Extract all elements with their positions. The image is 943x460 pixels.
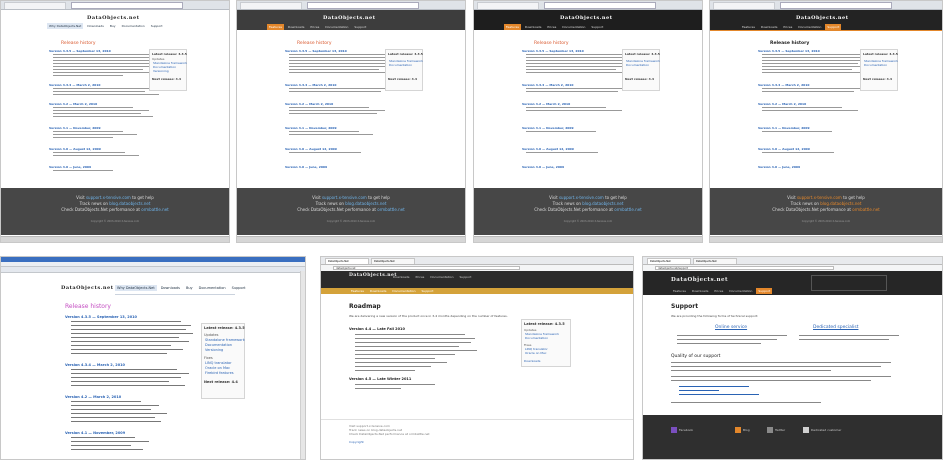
site-header: DataObjects.net Features Downloads Price… — [237, 10, 465, 30]
facebook-icon[interactable] — [671, 427, 677, 433]
toolbar[interactable] — [1, 267, 305, 273]
site-nav: Why DataObjects.Net Downloads Buy Docume… — [47, 23, 165, 29]
site-header: DataObjects.net Downloads Prices Documen… — [321, 271, 633, 288]
dedicated-specialist-link[interactable]: Dedicated specialist — [813, 325, 858, 330]
version-heading: Version 4.2 — March 2, 2010 — [49, 102, 98, 106]
latest-release-label: Latest release: 4.3.5 — [152, 52, 187, 56]
page-title: Release history — [297, 41, 332, 46]
latest-release-box: Latest release: 4.3.5 Updates Standalone… — [521, 319, 571, 367]
site-header: DataObjects.net Features Downloads Price… — [474, 10, 702, 30]
latest-release-box: Latest release: 4.3.5 Updates Standalone… — [201, 323, 245, 399]
site-logo[interactable]: DataObjects.net — [349, 273, 397, 278]
browser-tab[interactable] — [4, 2, 66, 9]
nav-support-active[interactable]: Support — [756, 288, 773, 294]
nav-downloads[interactable]: Downloads — [85, 23, 105, 29]
address-bar[interactable]: dataobjects.net/support — [655, 266, 835, 270]
screenshot-support: DataObjects.Net DataObjects.Net dataobje… — [642, 256, 943, 460]
customer-icon[interactable] — [803, 427, 809, 433]
blog-icon[interactable] — [735, 427, 741, 433]
version-heading: Version 4.0 — August 12, 2009 — [49, 147, 101, 151]
nav-docs[interactable]: Documentation — [120, 23, 147, 29]
site-header: DataObjects.net Features Downloads Price… — [710, 10, 942, 31]
screenshot-release-history-dark: DataObjects.net Features Downloads Price… — [236, 0, 466, 243]
site-logo[interactable]: DataObjects.net — [560, 15, 613, 21]
twitter-icon[interactable] — [767, 427, 773, 433]
site-footer: Visit support.x-tensive.com to get help … — [237, 188, 465, 235]
screenshot-release-history-black: DataObjects.net Features Downloads Price… — [473, 0, 703, 243]
site-header: DataObjects.net Why DataObjects.Net Down… — [1, 10, 229, 30]
roadmap-intro: We are delivering a new version of the p… — [349, 314, 508, 318]
browser-tab[interactable]: DataObjects.Net — [325, 258, 369, 264]
next-release-label: Next release: 4.4 — [152, 77, 181, 81]
site-logo[interactable]: DataObjects.net — [323, 15, 376, 21]
promo-banner[interactable] — [811, 275, 887, 291]
ormbattle-link[interactable]: ormbattle.net — [141, 207, 168, 212]
version-heading: Version 4.1 — November, 2009 — [49, 126, 101, 130]
screenshot-release-history-light: DataObjects.net Why DataObjects.Net Down… — [0, 0, 230, 243]
quality-heading: Quality of our support — [671, 354, 721, 359]
screenshot-roadmap: DataObjects.Net DataObjects.Net dataobje… — [320, 256, 634, 460]
nav-support[interactable]: Support — [149, 23, 165, 29]
blog-link[interactable]: blog.dataobjects.net — [109, 201, 150, 206]
latest-release-box: Latest release: 4.3.5 Updates Standalone… — [149, 49, 187, 91]
site-header: DataObjects.net Features Downloads Price… — [643, 271, 942, 295]
site-footer: Visit support.x-tensive.com to get help … — [1, 188, 229, 235]
browser-tab-active[interactable]: DataObjects.Net — [371, 258, 415, 264]
address-bar[interactable]: dataobjects.net — [333, 266, 521, 270]
screenshot-release-history-windows: DataObjects.net Why DataObjects.Net Down… — [0, 256, 306, 460]
latest-release-box: Latest release: 4.3.5 Standalone framewo… — [385, 49, 423, 91]
page-title: Release history — [65, 303, 111, 310]
screenshot-release-history-orange: DataObjects.net Features Downloads Price… — [709, 0, 943, 243]
site-logo[interactable]: DataObjects.net — [796, 15, 849, 21]
address-bar[interactable] — [71, 2, 183, 9]
page-title: Roadmap — [349, 303, 381, 310]
nav-why[interactable]: Why DataObjects.Net — [47, 23, 84, 29]
site-nav: Features Downloads Prices Documentation … — [267, 24, 367, 30]
version-heading: Version 4.3.4 — March 2, 2010 — [49, 83, 101, 87]
site-footer: Facebook Blog Twitter Dedicated customer — [643, 415, 942, 459]
downloads-link[interactable]: Downloads — [524, 359, 540, 363]
status-bar — [1, 236, 229, 242]
version-heading: Version 4.0 — June, 2009 — [49, 165, 92, 169]
online-service-link[interactable]: Online service — [715, 325, 747, 330]
support-link[interactable]: support.x-tensive.com — [86, 195, 131, 200]
site-logo[interactable]: DataObjects.net — [671, 277, 728, 283]
vertical-scrollbar[interactable] — [300, 271, 305, 459]
copyright: Copyright © 2003-2010 X-tensive.com — [90, 220, 140, 223]
browser-chrome — [1, 1, 229, 10]
page-title: Support — [671, 303, 699, 310]
site-logo[interactable]: DataObjects.net — [87, 15, 140, 21]
site-logo[interactable]: DataObjects.net — [61, 285, 114, 291]
nav-buy[interactable]: Buy — [108, 23, 118, 29]
page-title: Release history — [61, 41, 96, 46]
site-nav: Why DataObjects.Net Downloads Buy Docume… — [115, 285, 246, 291]
version-heading: Version 4.3.5 — September 13, 2010 — [49, 49, 111, 53]
browser-tabstrip: DataObjects.Net DataObjects.Net — [321, 257, 633, 265]
